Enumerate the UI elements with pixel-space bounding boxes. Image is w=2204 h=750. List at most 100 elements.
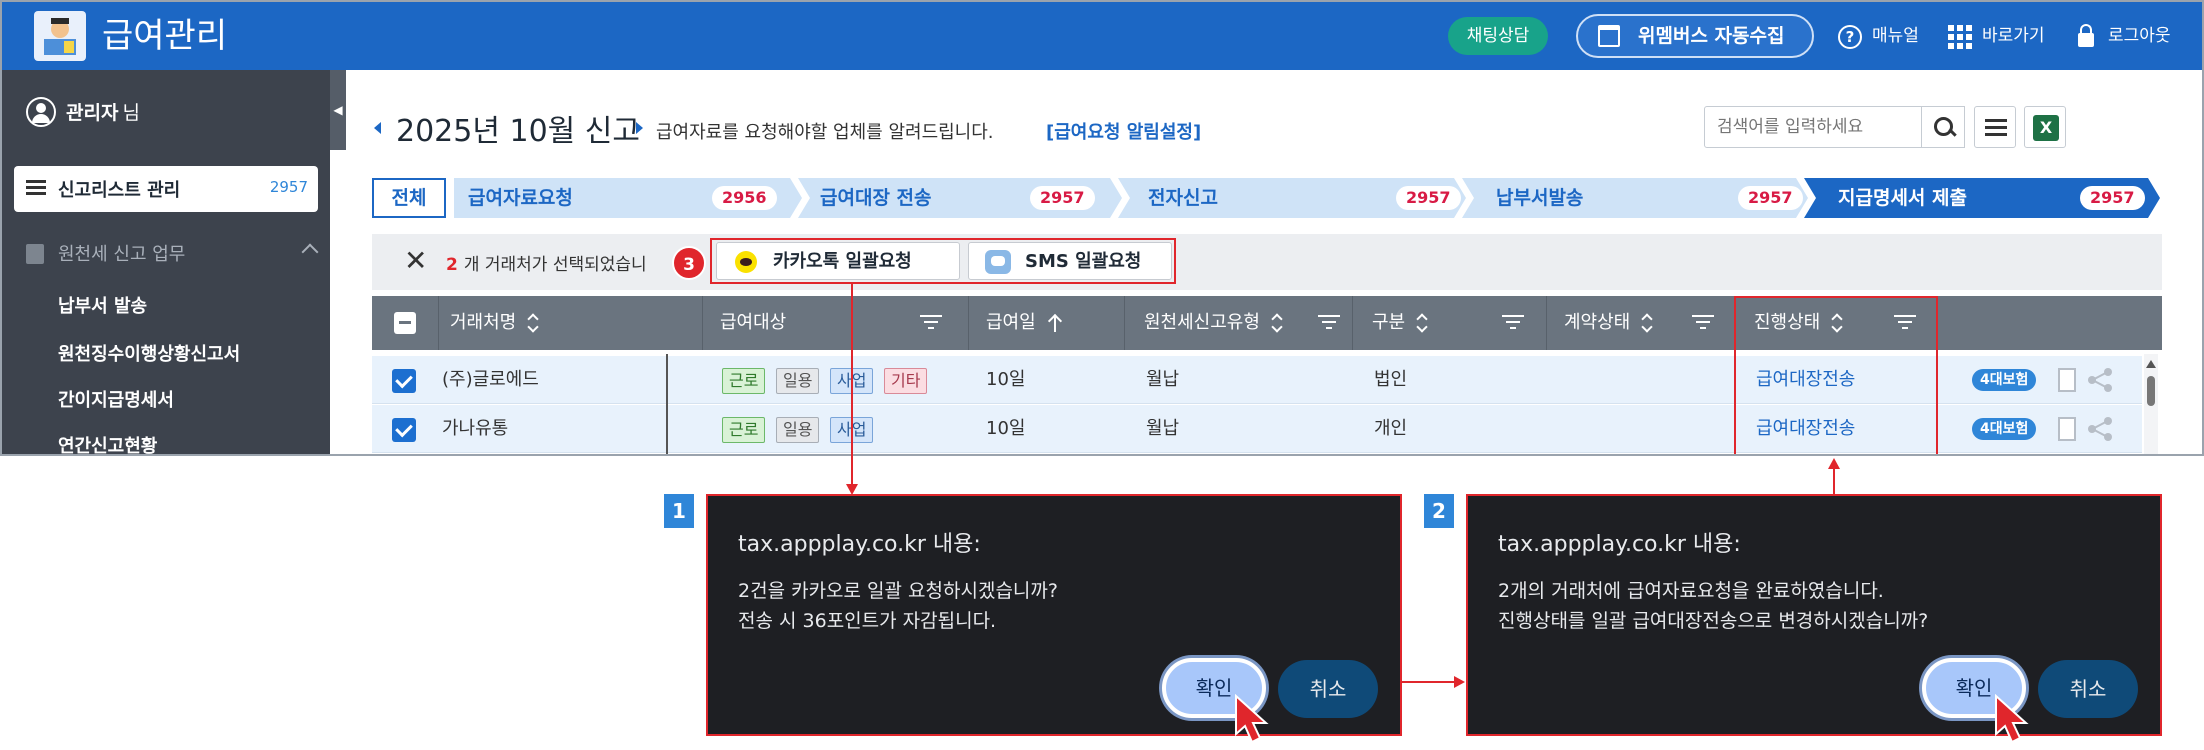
- sidebar: 관리자 님 신고리스트 관리 2957 원천세 신고 업무 납부서 발송 원천징수…: [2, 70, 330, 454]
- step-count: 2957: [1030, 186, 1095, 210]
- step-statement-submit[interactable]: 지급명세서 제출 2957: [1804, 178, 2160, 218]
- shortcut-label: 바로가기: [1982, 26, 2045, 46]
- selection-count: 2: [446, 255, 458, 275]
- cancel-button[interactable]: 취소: [2038, 660, 2138, 718]
- next-month-icon[interactable]: [636, 122, 643, 134]
- step-all-tab[interactable]: 전체: [372, 178, 446, 218]
- app-logo-icon[interactable]: [34, 11, 86, 61]
- dialog-title: tax.appplay.co.kr 내용:: [738, 532, 981, 557]
- step-label: 전자신고: [1148, 187, 1218, 209]
- manual-link[interactable]: ? 매뉴얼: [1838, 16, 1928, 56]
- tag-daily: 일용: [776, 417, 820, 443]
- excel-download-button[interactable]: X: [2024, 106, 2066, 148]
- connector-line: [1402, 681, 1456, 683]
- step-count: 2957: [1396, 186, 1461, 210]
- sidebar-item-simple-statement[interactable]: 간이지급명세서: [58, 386, 174, 412]
- document-icon[interactable]: [2058, 368, 2076, 392]
- insurance-badge[interactable]: 4대보험: [1972, 369, 2037, 391]
- confirm-dialog-status: tax.appplay.co.kr 내용: 2개의 거래처에 급여자료요청을 완…: [1466, 494, 2162, 744]
- chat-consult-button[interactable]: 채팅상담: [1448, 17, 1548, 55]
- column-label: 계약상태: [1564, 312, 1631, 333]
- search-input[interactable]: [1704, 106, 1922, 148]
- connector-line: [1833, 468, 1835, 494]
- arrow-right-icon: [1454, 676, 1465, 688]
- connector-line: [851, 282, 853, 488]
- sort-icon: [1417, 315, 1427, 331]
- client-name[interactable]: 가나유통: [442, 405, 508, 453]
- insurance-badge[interactable]: 4대보험: [1972, 418, 2037, 440]
- cancel-button[interactable]: 취소: [1278, 660, 1378, 718]
- column-header-contract[interactable]: 계약상태: [1564, 296, 1652, 350]
- pay-day: 10일: [986, 418, 1026, 439]
- sort-icon: [1642, 315, 1652, 331]
- step-label: 급여자료요청: [468, 187, 573, 209]
- search-icon[interactable]: [1921, 106, 1965, 148]
- column-label: 거래처명: [450, 312, 517, 333]
- sidebar-item-payment-slip[interactable]: 납부서 발송: [58, 292, 147, 318]
- column-header-pay-target[interactable]: 급여대상: [720, 296, 786, 350]
- column-label: 구분: [1372, 312, 1406, 333]
- filter-icon[interactable]: [1502, 315, 1524, 331]
- dialog-message-line2: 전송 시 36포인트가 자감됩니다.: [738, 610, 997, 632]
- step-ledger-send[interactable]: 급여대장 전송 2957: [798, 178, 1122, 218]
- step-label: 납부서발송: [1496, 187, 1584, 209]
- annotation-badge-3: 3: [672, 246, 706, 280]
- step-e-filing[interactable]: 전자신고 2957: [1118, 178, 1466, 218]
- arrow-up-icon: [1048, 314, 1062, 332]
- sort-icon: [1272, 315, 1282, 331]
- dialog-message-line1: 2개의 거래처에 급여자료요청을 완료하였습니다.: [1498, 580, 1884, 602]
- user-suffix: 님: [122, 102, 140, 124]
- row-checkbox[interactable]: [392, 418, 416, 442]
- kind: 법인: [1374, 369, 1408, 390]
- close-icon[interactable]: ✕: [404, 246, 427, 276]
- select-all-checkbox[interactable]: [394, 312, 416, 334]
- step-count: 2956: [712, 186, 777, 210]
- tag-daily: 일용: [776, 368, 820, 394]
- sidebar-collapse-button[interactable]: ◀: [330, 70, 346, 150]
- sidebar-item-label: 신고리스트 관리: [58, 180, 181, 201]
- report-type: 월납: [1146, 369, 1180, 390]
- dialog-message-line1: 2건을 카카오로 일괄 요청하시겠습니까?: [738, 580, 1058, 602]
- logout-label: 로그아웃: [2108, 26, 2171, 46]
- column-header-kind[interactable]: 구분: [1372, 296, 1427, 350]
- wemembers-auto-collect-button[interactable]: 위멤버스 자동수집: [1576, 14, 1814, 58]
- column-label: 급여대상: [720, 312, 787, 333]
- column-header-pay-day[interactable]: 급여일: [986, 296, 1062, 350]
- list-view-icon[interactable]: [1974, 106, 2016, 148]
- report-type: 월납: [1146, 418, 1180, 439]
- tag-other: 기타: [884, 368, 928, 394]
- alarm-settings-link[interactable]: [급여요청 알림설정]: [1046, 118, 1201, 144]
- manual-label: 매뉴얼: [1872, 26, 1919, 46]
- grid-icon: [1948, 25, 1972, 49]
- sidebar-item-annual-status[interactable]: 연간신고현황: [58, 432, 157, 454]
- filter-icon[interactable]: [1318, 315, 1340, 331]
- client-name[interactable]: (주)글로에드: [442, 356, 539, 404]
- logout-link[interactable]: 로그아웃: [2074, 16, 2184, 56]
- dialog-title: tax.appplay.co.kr 내용:: [1498, 532, 1741, 557]
- step-count: 2957: [2080, 186, 2145, 210]
- sidebar-item-withholding-report[interactable]: 원천징수이행상황신고서: [58, 340, 240, 366]
- column-header-client[interactable]: 거래처명: [450, 296, 538, 350]
- step-payment-slip[interactable]: 납부서발송 2957: [1462, 178, 1808, 218]
- document-icon[interactable]: [2058, 417, 2076, 441]
- filter-icon[interactable]: [1692, 315, 1714, 331]
- share-icon[interactable]: [2088, 368, 2112, 392]
- sidebar-item-report-list[interactable]: 신고리스트 관리 2957: [14, 166, 318, 212]
- sidebar-group-withholding[interactable]: 원천세 신고 업무: [26, 238, 319, 268]
- app-title: 급여관리: [102, 16, 228, 56]
- scroll-up-icon[interactable]: [2146, 360, 2156, 368]
- step-payroll-request[interactable]: 급여자료요청 2956: [454, 178, 802, 218]
- row-checkbox[interactable]: [392, 369, 416, 393]
- share-icon[interactable]: [2088, 417, 2112, 441]
- prev-month-icon[interactable]: [374, 122, 381, 134]
- scrollbar-thumb[interactable]: [2147, 376, 2155, 406]
- filter-icon[interactable]: [920, 315, 942, 331]
- tag-labor: 근로: [722, 368, 766, 394]
- column-header-report-type[interactable]: 원천세신고유형: [1144, 296, 1282, 350]
- app-window: 급여관리 채팅상담 위멤버스 자동수집 ? 매뉴얼 바로가기 로그아웃 관리자 님…: [0, 0, 2204, 456]
- shortcut-link[interactable]: 바로가기: [1948, 16, 2058, 56]
- progress-status-highlight: [1734, 296, 1938, 454]
- confirm-dialog-kakao: tax.appplay.co.kr 내용: 2건을 카카오로 일괄 요청하시겠습…: [706, 494, 1402, 744]
- sidebar-group-label: 원천세 신고 업무: [58, 244, 186, 265]
- frozen-column-divider: [666, 354, 668, 454]
